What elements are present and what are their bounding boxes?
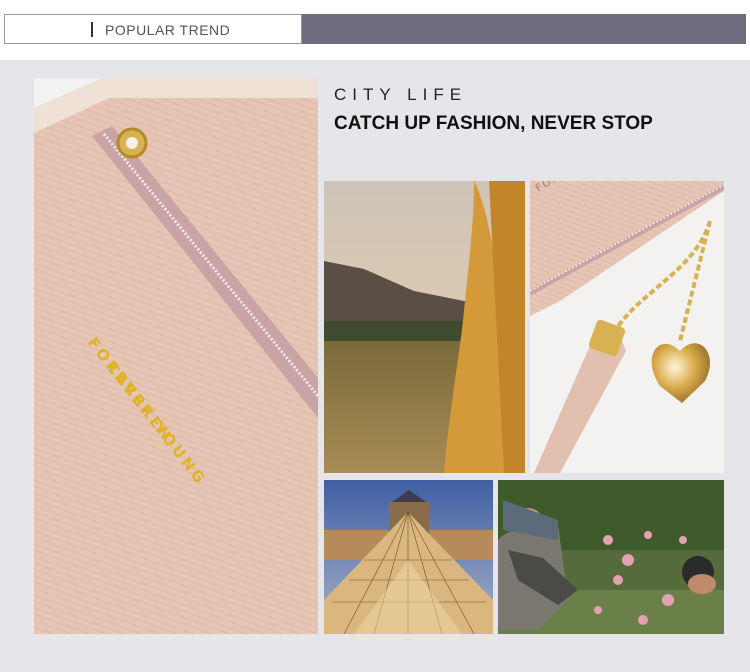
wallet-tassel-photo: FOREVER [530,181,724,473]
tagline: CITY LIFE [334,85,468,104]
headline: CATCH UP FASHION, NEVER STOP [334,113,653,134]
louvre-pyramid-photo [324,480,493,634]
header-accent-bar [302,14,746,44]
divider-bar [91,22,93,37]
section-label: POPULAR TREND [105,22,231,38]
landscape-photo [324,181,525,473]
garden-people-photo [498,480,724,634]
section-tab: POPULAR TREND [4,14,302,44]
wallet-closeup-photo: FOREVER YOUNG CARRKEN [34,78,318,634]
top-header: POPULAR TREND [0,0,750,60]
